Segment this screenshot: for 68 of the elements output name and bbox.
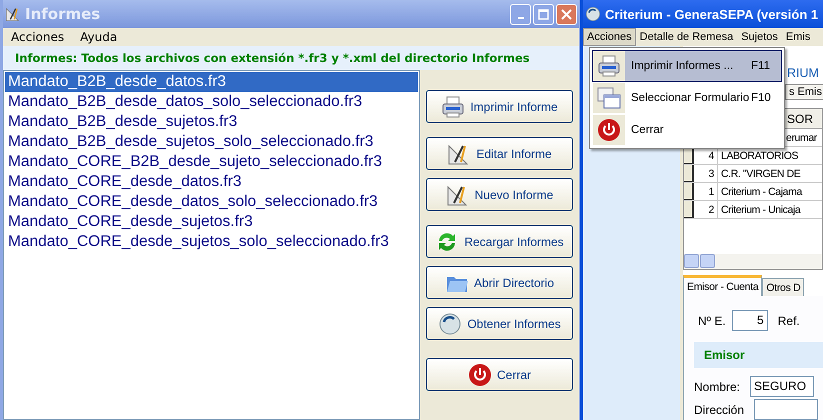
file-item[interactable]: Mandato_CORE_desde_sujetos_solo_seleccionado.fr3	[5, 232, 418, 252]
menu-item[interactable]: Ayuda	[72, 28, 126, 46]
menu-item[interactable]: Detalle de Remesa	[636, 28, 738, 46]
menu-item[interactable]: Acciones	[583, 28, 636, 46]
input-field[interactable]: SEGURO	[750, 376, 814, 397]
table-cell: 2	[694, 200, 718, 218]
row-indicator[interactable]	[684, 164, 694, 182]
minimize-icon	[518, 16, 524, 18]
drafting-tools-icon	[5, 6, 21, 22]
field-label: Nombre:	[694, 380, 740, 394]
close-icon	[561, 8, 572, 20]
file-item[interactable]: Mandato_B2B_desde_sujetos_solo_seleccionado.fr3	[5, 132, 418, 152]
maximize-button[interactable]	[533, 4, 554, 24]
action-button[interactable]: Cerrar	[426, 358, 573, 391]
field-label: Nº E.	[698, 314, 726, 328]
menu-item[interactable]: Seleccionar Formulario F10	[592, 82, 782, 114]
field-label: Dirección	[694, 402, 744, 416]
maximize-icon	[538, 8, 549, 20]
printer-icon	[441, 94, 466, 118]
banner-text: RIUM	[787, 66, 819, 80]
menu-item[interactable]: Emis	[782, 28, 814, 46]
menu-item[interactable]: Cerrar	[592, 114, 782, 146]
row-indicator[interactable]	[684, 182, 694, 200]
row-indicator[interactable]	[684, 200, 694, 218]
window-title: Criterium - GeneraSEPA (versión 1	[605, 6, 818, 22]
directory-header: Informes: Todos los archivos con extensión *.fr3 y *.xml del directorio Informes	[3, 46, 579, 70]
input-field[interactable]: 5	[732, 310, 768, 331]
menu-item[interactable]: Sujetos	[737, 28, 782, 46]
tab[interactable]: s Emis	[785, 84, 823, 100]
menu-item[interactable]: Acciones	[3, 28, 72, 46]
action-button[interactable]: Nuevo Informe	[426, 178, 573, 211]
menu-item[interactable]: Imprimir Informes ... F11	[592, 50, 782, 82]
power-icon	[468, 362, 492, 386]
printer-icon	[597, 54, 621, 78]
section-header: Emisor	[694, 342, 823, 368]
file-item[interactable]: Mandato_CORE_B2B_desde_sujeto_seleccionado.fr3	[5, 152, 418, 172]
action-button[interactable]: Obtener Informes	[426, 307, 573, 340]
table-cell-text: Criterium - Cajama	[720, 184, 802, 200]
scroll-thumb[interactable]	[700, 254, 715, 268]
field-label: Ref.	[778, 314, 800, 328]
windows-icon	[597, 86, 621, 110]
column-header: SOR	[786, 110, 814, 128]
action-button[interactable]: Abrir Directorio	[426, 266, 573, 299]
table-cell: 1	[694, 182, 718, 200]
table-cell: 3	[694, 164, 718, 182]
input-field[interactable]	[754, 399, 818, 420]
action-button[interactable]: Recargar Informes	[426, 225, 573, 258]
file-item[interactable]: Mandato_B2B_desde_datos.fr3	[5, 72, 418, 92]
action-button[interactable]: Imprimir Informe	[426, 90, 573, 123]
window-title: Informes	[25, 5, 100, 23]
table-cell-text: Criterium - Unicaja	[720, 202, 800, 218]
table-cell-text: C.R. "VIRGEN DE	[720, 166, 800, 182]
globe-icon	[585, 6, 601, 22]
power-icon	[597, 118, 621, 142]
close-button[interactable]	[556, 4, 577, 24]
file-item[interactable]: Mandato_CORE_desde_datos.fr3	[5, 172, 418, 192]
action-button[interactable]: Editar Informe	[426, 137, 573, 170]
tab[interactable]: Emisor - Cuenta	[683, 275, 762, 296]
file-item[interactable]: Mandato_B2B_desde_sujetos.fr3	[5, 112, 418, 132]
globe-icon	[438, 312, 462, 336]
file-item[interactable]: Mandato_CORE_desde_datos_solo_seleccionado.fr3	[5, 192, 418, 212]
tab[interactable]: Otros D	[762, 278, 804, 296]
table-cell-text: LABORATORIOS	[720, 148, 798, 164]
file-item[interactable]: Mandato_B2B_desde_datos_solo_seleccionado.fr3	[5, 92, 418, 112]
scroll-left-button[interactable]	[684, 254, 699, 268]
table-cell-text: erumar	[785, 130, 817, 146]
file-item[interactable]: Mandato_CORE_desde_sujetos.fr3	[5, 212, 418, 232]
minimize-button[interactable]	[510, 4, 531, 24]
